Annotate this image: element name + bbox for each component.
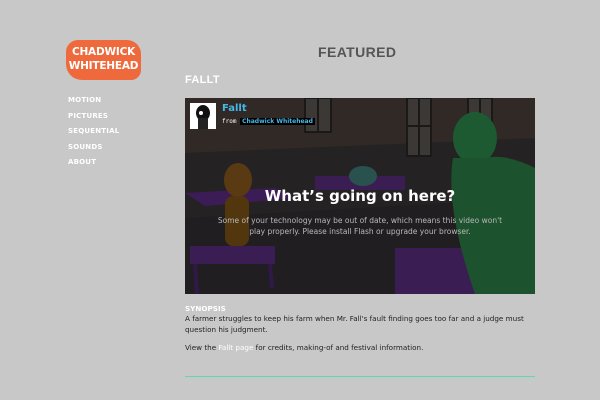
section-title: FALLT <box>185 74 220 86</box>
nav-item-sounds[interactable]: SOUNDS <box>68 143 119 159</box>
view-suffix: for credits, making-of and festival info… <box>255 343 424 352</box>
synopsis-text: A farmer struggles to keep his farm when… <box>185 314 524 334</box>
logo-line-2: WHITEHEAD <box>68 60 139 72</box>
from-label: from <box>222 118 237 125</box>
author-link[interactable]: Chadwick Whitehead <box>240 118 315 125</box>
player-message-title: What’s going on here? <box>264 187 456 205</box>
nav-item-about[interactable]: ABOUT <box>68 158 119 174</box>
nav-item-sequential[interactable]: SEQUENTIAL <box>68 127 119 143</box>
page-title: FEATURED <box>318 44 397 60</box>
author-avatar[interactable] <box>190 103 216 129</box>
fallt-page-link[interactable]: Fallt page <box>218 343 253 352</box>
player-message-body: Some of your technology may be out of da… <box>217 216 503 236</box>
view-prefix: View the <box>185 343 217 352</box>
nav-item-motion[interactable]: MOTION <box>68 96 119 112</box>
video-byline: from Chadwick Whitehead <box>222 118 315 125</box>
main-nav: MOTION PICTURES SEQUENTIAL SOUNDS ABOUT <box>68 96 119 174</box>
video-title[interactable]: Fallt <box>222 103 247 114</box>
logo-line-1: CHADWICK <box>71 46 136 58</box>
nav-item-pictures[interactable]: PICTURES <box>68 112 119 128</box>
divider <box>185 376 535 377</box>
synopsis-label: SYNOPSIS <box>185 304 226 313</box>
site-logo[interactable]: CHADWICK WHITEHEAD <box>66 40 141 80</box>
video-player[interactable]: Fallt from Chadwick Whitehead What’s goi… <box>185 98 535 294</box>
view-page-line: View the Fallt page for credits, making-… <box>185 343 423 352</box>
